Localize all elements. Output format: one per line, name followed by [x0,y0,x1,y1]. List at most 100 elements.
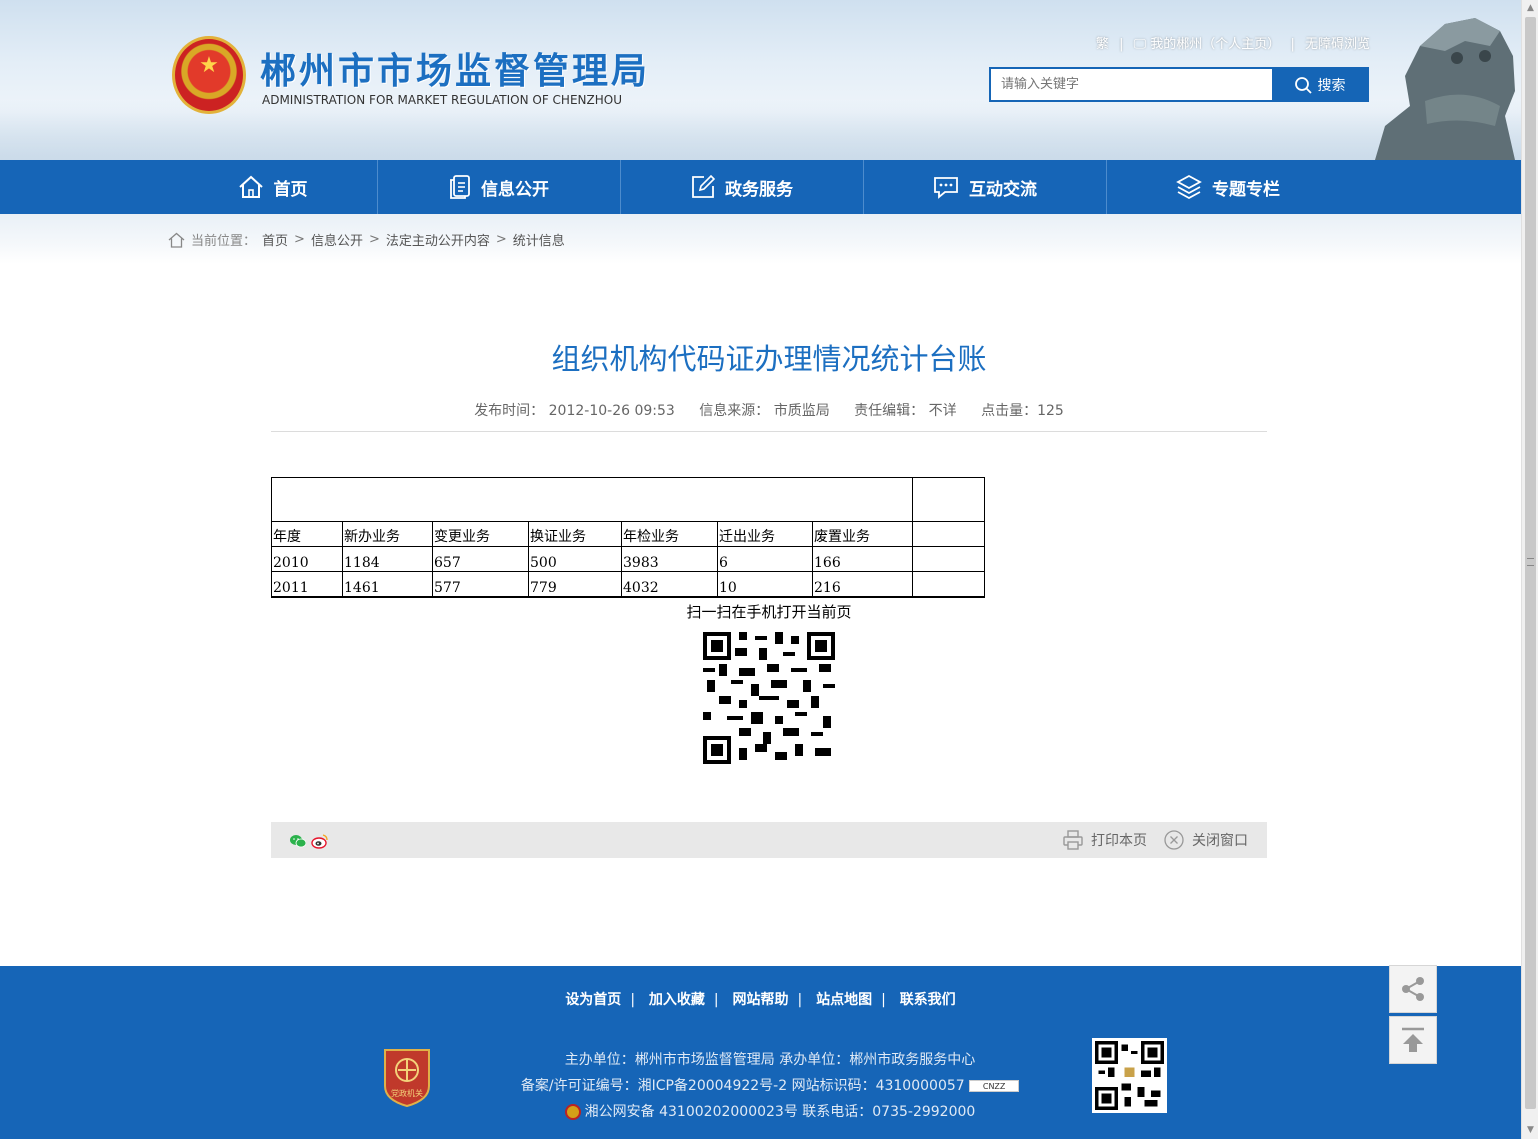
edit-icon [692,175,715,198]
site-subtitle: ADMINISTRATION FOR MARKET REGULATION OF … [262,93,622,107]
publish-time: 发布时间： 2012-10-26 09:53 [474,403,675,419]
back-to-top-icon [1402,1027,1424,1052]
table-header-cell: 变更业务 [432,521,529,547]
table-row: 2011 1461 577 779 4032 10 216 [271,571,985,598]
close-label: 关闭窗口 [1192,833,1248,849]
nav-item-interaction[interactable]: 互动交流 [864,160,1106,214]
nav-label: 互动交流 [969,179,1037,200]
table-header-cell: 年度 [271,521,343,547]
site-header: ★ 郴州市市场监督管理局 ADMINISTRATION FOR MARKET R… [0,0,1521,160]
search-button[interactable]: 搜索 [1272,69,1367,100]
table-cell [912,477,985,522]
breadcrumb-separator: > [495,232,507,247]
document-icon [450,175,470,199]
table-cell: 6 [717,546,813,572]
table-cell [271,477,913,522]
traditional-chinese-link[interactable]: 繁 [1096,37,1109,52]
chat-icon [934,177,958,199]
table-header-cell: 废置业务 [812,521,913,547]
statistics-table: 年度 新办业务 变更业务 换证业务 年检业务 迁出业务 废置业务 2010 11… [271,477,985,598]
my-chenzhou-link[interactable]: 我的郴州（个人主页） [1150,37,1280,52]
nav-label: 专题专栏 [1212,179,1280,200]
scroll-up-icon[interactable]: ▲ [1522,0,1538,17]
breadcrumb-item[interactable]: 法定主动公开内容 [386,230,490,249]
footer-police-line: 湘公网安备 43100202000023号 联系电话：0735-2992000 [480,1099,1060,1125]
party-gov-badge-icon[interactable]: 党政机关 [381,1046,433,1108]
home-icon [238,175,263,198]
search-input[interactable] [991,69,1274,100]
table-cell: 657 [432,546,529,572]
cnzz-badge-icon[interactable]: CNZZ [969,1080,1020,1092]
stone-lion-icon [1375,18,1515,160]
vertical-scrollbar[interactable]: ▲ ▼ [1521,0,1538,1139]
accessible-browse-link[interactable]: 无障碍浏览 [1305,37,1370,52]
header-mist-background [0,100,1521,160]
table-cell: 1184 [342,546,433,572]
breadcrumb-item[interactable]: 信息公开 [311,230,363,249]
layers-icon [1176,174,1202,200]
article-meta: 发布时间： 2012-10-26 09:53 信息来源： 市质监局 责任编辑： … [271,400,1267,420]
table-cell: 4032 [621,571,718,598]
police-badge-icon [564,1104,581,1120]
scroll-down-icon[interactable]: ▼ [1522,1122,1538,1139]
hit-count: 点击量：125 [981,403,1064,419]
table-cell [912,546,985,572]
footer-link-set-home[interactable]: 设为首页 [565,992,621,1008]
wechat-share-icon[interactable] [290,833,306,849]
breadcrumb-item[interactable]: 首页 [262,230,288,249]
nav-item-gov-service[interactable]: 政务服务 [621,160,863,214]
site-title[interactable]: 郴州市市场监督管理局 [260,42,650,94]
nav-item-info-public[interactable]: 信息公开 [378,160,620,214]
nav-item-special-topics[interactable]: 专题专栏 [1107,160,1349,214]
table-row [271,477,985,522]
table-header-cell: 换证业务 [528,521,622,547]
table-cell: 2011 [271,571,343,598]
back-to-top-button[interactable] [1389,1016,1437,1064]
badge-text: 党政机关 [391,1088,423,1098]
breadcrumb-item[interactable]: 统计信息 [513,230,565,249]
info-source: 信息来源： 市质监局 [699,403,830,419]
table-cell: 10 [717,571,813,598]
breadcrumb: 当前位置： 首页 > 信息公开 > 法定主动公开内容 > 统计信息 [168,230,565,249]
weibo-share-icon[interactable] [311,833,328,849]
breadcrumb-separator: > [368,232,380,247]
share-icon [1402,977,1424,1001]
scan-qr-caption: 扫一扫在手机打开当前页 [686,603,852,621]
breadcrumb-separator: > [294,232,305,247]
table-cell: 500 [528,546,622,572]
table-header-cell: 迁出业务 [717,521,813,547]
site-footer: 设为首页 | 加入收藏 | 网站帮助 | 站点地图 | 联系我们 党政机关 主办单位：郴… [0,966,1521,1139]
close-icon [1164,830,1184,850]
table-cell: 166 [812,546,913,572]
footer-info: 主办单位：郴州市市场监督管理局 承办单位：郴州市政务服务中心 备案/许可证编号：… [480,1047,1060,1125]
print-label: 打印本页 [1091,833,1147,849]
article-title: 组织机构代码证办理情况统计台账 [551,342,987,376]
footer-link-help[interactable]: 网站帮助 [733,992,789,1008]
share-floating-button[interactable] [1389,965,1437,1013]
table-header-cell [912,521,985,547]
home-icon [168,232,185,248]
nav-item-home[interactable]: 首页 [168,160,377,214]
table-header-cell: 新办业务 [342,521,433,547]
nav-label: 首页 [273,179,308,200]
print-page-button[interactable]: 打印本页 [1063,830,1147,850]
scrollbar-grip [1527,558,1534,566]
footer-link-sitemap[interactable]: 站点地图 [816,992,872,1008]
nav-label: 信息公开 [481,179,549,200]
table-cell: 577 [432,571,529,598]
footer-link-contact[interactable]: 联系我们 [900,992,956,1008]
monitor-icon: 🖵 [1133,37,1147,52]
table-cell: 2010 [271,546,343,572]
page-qr-code-icon [703,632,835,764]
table-cell: 216 [812,571,913,598]
share-toolbar: 打印本页 关闭窗口 [271,822,1267,858]
table-cell [912,571,985,598]
close-window-button[interactable]: 关闭窗口 [1164,830,1248,850]
footer-link-favorite[interactable]: 加入收藏 [649,992,705,1008]
search-button-label: 搜索 [1317,77,1346,94]
printer-icon [1063,830,1083,850]
footer-qr-code-icon [1092,1038,1167,1113]
footer-links: 设为首页 | 加入收藏 | 网站帮助 | 站点地图 | 联系我们 [565,992,956,1008]
table-header-cell: 年检业务 [621,521,718,547]
top-links: 繁 | 🖵 我的郴州（个人主页） | 无障碍浏览 [1095,37,1370,52]
